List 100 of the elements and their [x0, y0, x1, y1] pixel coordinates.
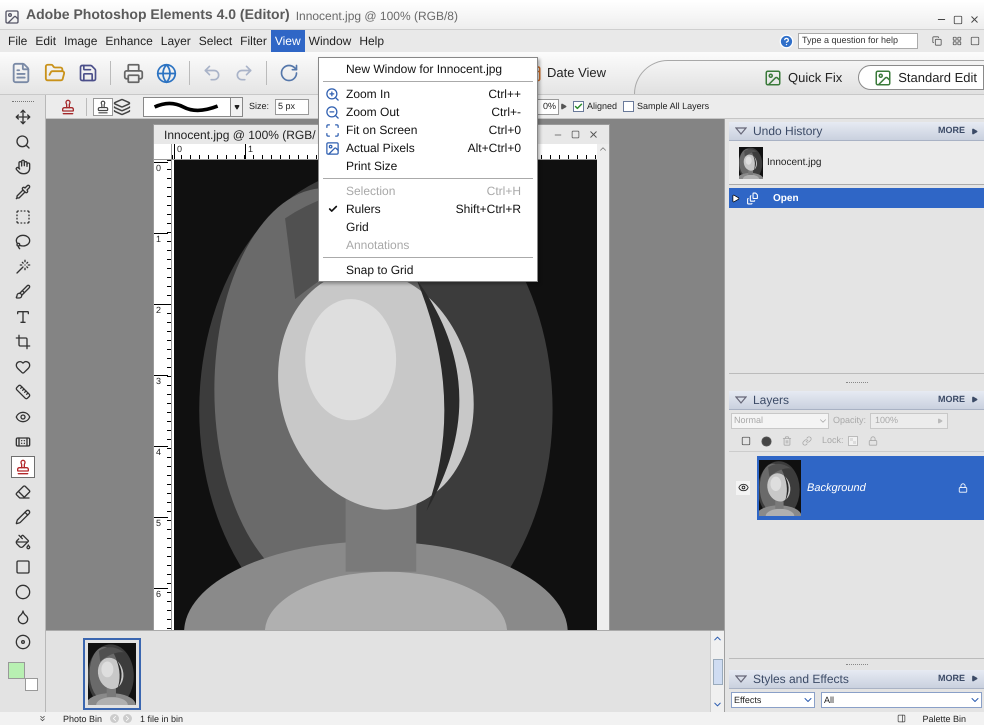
- bin-thumbnail[interactable]: [83, 638, 141, 710]
- menu-item[interactable]: View: [270, 30, 305, 52]
- slider-arrow-icon[interactable]: [560, 103, 568, 110]
- collapse-icon: [735, 127, 747, 135]
- size-field[interactable]: 5 px: [275, 98, 310, 114]
- adjustment-layer-icon[interactable]: [761, 436, 772, 447]
- stamp-icon: [14, 459, 30, 475]
- menu-item[interactable]: Select: [194, 30, 236, 52]
- eye-icon: [738, 482, 748, 494]
- tile-icon[interactable]: [952, 36, 962, 46]
- save-icon[interactable]: [78, 63, 98, 83]
- menu-item[interactable]: Enhance: [101, 30, 157, 52]
- palette-toggle-icon[interactable]: [897, 714, 906, 723]
- menu-option[interactable]: Actual Pixels Alt+Ctrl+0: [319, 139, 537, 157]
- hand-icon: [14, 159, 30, 175]
- menu-item[interactable]: Help: [355, 30, 388, 52]
- ruler-icon: [14, 384, 30, 400]
- document-name: Innocent.jpg @ 100% (RGB/8): [296, 8, 458, 25]
- panel-header[interactable]: Styles and Effects MORE: [729, 670, 984, 689]
- photo-bin-label[interactable]: Photo Bin: [63, 714, 102, 724]
- maximize-icon[interactable]: [953, 15, 963, 25]
- mode-tab[interactable]: Quick Fix: [749, 65, 848, 90]
- photo-icon: [873, 68, 894, 86]
- checkbox[interactable]: [623, 101, 634, 112]
- gradient-icon: [14, 559, 30, 575]
- more-menu[interactable]: MORE: [938, 124, 965, 138]
- maximize-icon[interactable]: [571, 130, 580, 139]
- menu-item[interactable]: Layer: [156, 30, 195, 52]
- menu-option[interactable]: Snap to Grid: [319, 261, 537, 279]
- help-icon[interactable]: [779, 34, 794, 48]
- close-icon[interactable]: [969, 14, 980, 25]
- document-icon: [746, 192, 759, 204]
- new-file-icon[interactable]: [10, 62, 32, 84]
- close-icon[interactable]: [588, 129, 599, 140]
- more-arrow-icon: [971, 675, 978, 682]
- rotate-icon[interactable]: [279, 63, 299, 83]
- bin-count: 1 file in bin: [140, 714, 184, 724]
- help-search-field[interactable]: Type a question for help: [798, 33, 918, 49]
- background-color-swatch[interactable]: [24, 678, 38, 691]
- scroll-thumb[interactable]: [712, 658, 722, 684]
- foreground-color-swatch[interactable]: [8, 662, 24, 679]
- menu-option[interactable]: New Window for Innocent.jpg: [319, 60, 537, 78]
- paint-bucket-icon: [14, 534, 30, 550]
- checkbox-label: Aligned: [587, 100, 618, 113]
- size-label: Size:: [249, 100, 270, 113]
- caret-icon: [234, 104, 240, 110]
- ellipse-icon: [14, 584, 30, 600]
- image-icon: [325, 140, 340, 156]
- more-menu[interactable]: MORE: [938, 393, 965, 407]
- palette-bin-label[interactable]: Palette Bin: [922, 714, 966, 724]
- globe-icon[interactable]: [156, 62, 177, 84]
- panel-header[interactable]: Layers MORE: [729, 390, 984, 410]
- document-title: Innocent.jpg @ 100% (RGB/: [164, 126, 316, 144]
- menu-item[interactable]: File: [4, 30, 32, 52]
- menu-item[interactable]: Filter: [236, 30, 271, 52]
- lasso-icon: [14, 234, 30, 250]
- panel-title: Layers: [753, 392, 790, 409]
- toggle-bin-icon[interactable]: [38, 714, 47, 723]
- menu-option[interactable]: Fit on Screen Ctrl+0: [319, 121, 537, 139]
- filter-dropdown[interactable]: All: [821, 692, 982, 708]
- menu-item[interactable]: Edit: [31, 30, 60, 52]
- checkbox[interactable]: [573, 101, 584, 112]
- window-icon[interactable]: [970, 36, 980, 46]
- check-icon: [574, 102, 584, 111]
- ruler-label: 6: [154, 588, 168, 599]
- menu-item[interactable]: Image: [60, 30, 102, 52]
- brush-dropdown-button[interactable]: [231, 96, 243, 116]
- ruler-label: 2: [154, 304, 168, 315]
- stamp-icon[interactable]: [93, 98, 113, 116]
- checkbox-label: Sample All Layers: [637, 100, 710, 113]
- scrollbar[interactable]: [710, 631, 724, 712]
- menu-option[interactable]: Grid: [319, 218, 537, 236]
- history-step[interactable]: Open: [729, 188, 984, 208]
- more-menu[interactable]: MORE: [938, 672, 965, 686]
- ruler-label: 4: [154, 446, 168, 457]
- zoom-field[interactable]: 0%: [537, 98, 560, 114]
- mode-tab[interactable]: Standard Edit: [858, 65, 984, 90]
- wand-icon: [14, 259, 30, 275]
- tool-button[interactable]: [10, 456, 34, 478]
- history-snapshot[interactable]: Innocent.jpg: [729, 141, 984, 185]
- print-icon[interactable]: [123, 62, 144, 84]
- visibility-toggle[interactable]: [736, 480, 750, 495]
- open-folder-icon[interactable]: [44, 62, 66, 84]
- new-layer-icon[interactable]: [741, 436, 751, 446]
- crop-icon: [14, 334, 30, 350]
- menu-option[interactable]: Rulers Shift+Ctrl+R: [319, 200, 537, 218]
- vertical-scrollbar[interactable]: [597, 160, 609, 630]
- stamp-icon[interactable]: [60, 98, 76, 114]
- menu-option[interactable]: Zoom In Ctrl++: [319, 85, 537, 103]
- brush-preview[interactable]: [143, 96, 231, 116]
- category-dropdown[interactable]: Effects: [731, 692, 815, 708]
- more-arrow-icon: [971, 128, 978, 134]
- opacity-label: Opacity:: [833, 414, 866, 427]
- layer-row[interactable]: Background: [757, 456, 984, 520]
- menu-option[interactable]: Zoom Out Ctrl+-: [319, 103, 537, 121]
- cascade-icon[interactable]: [932, 36, 942, 46]
- menu-item[interactable]: Window: [304, 30, 356, 52]
- menu-option[interactable]: Print Size: [319, 157, 537, 175]
- pattern-stamp-icon[interactable]: [113, 98, 131, 116]
- panel-header[interactable]: Undo History MORE: [729, 122, 984, 141]
